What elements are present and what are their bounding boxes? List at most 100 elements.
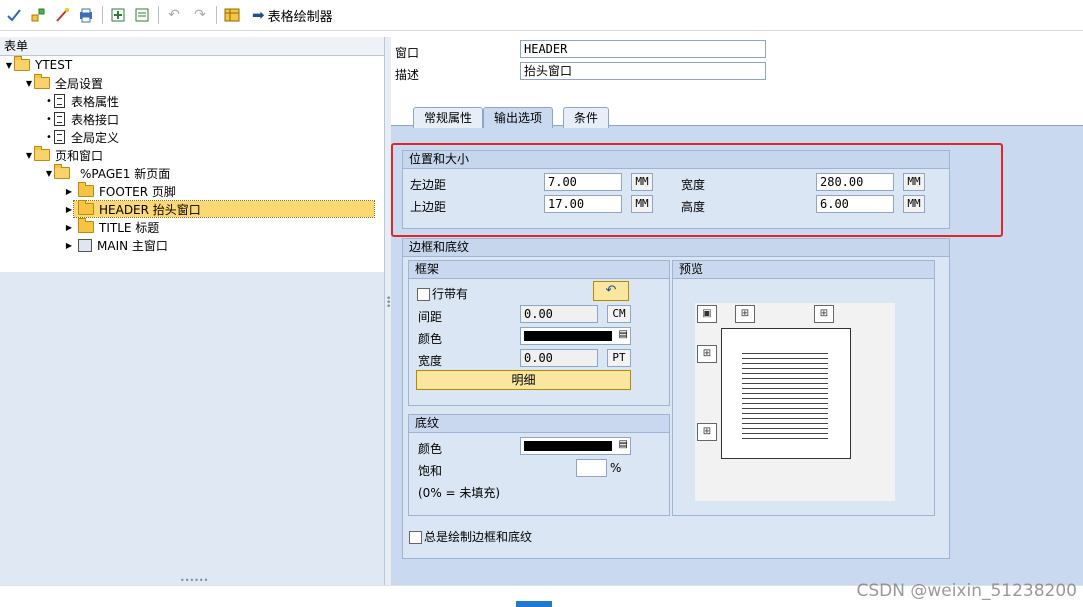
color-swatch [524, 331, 612, 341]
folder-open-icon [14, 56, 30, 71]
sap-logo [516, 601, 552, 607]
frame-width-label: 宽度 [418, 354, 443, 368]
document-icon [54, 94, 65, 108]
frame-color-field[interactable]: ▤ [520, 327, 631, 345]
tree-node-pages-windows[interactable]: ▼ 页和窗口 [24, 146, 103, 164]
row-with-checkbox[interactable]: 行带有 [417, 285, 468, 302]
page-preview [721, 328, 851, 459]
folder-open-icon [54, 164, 70, 179]
border-shading-title: 边框和底纹 [403, 239, 949, 257]
value-help-icon[interactable]: ▤ [619, 329, 628, 340]
window-folder-icon [78, 218, 94, 233]
window-detail-panel: 窗口 HEADER 描述 抬头窗口 常规属性 输出选项 条件 位置和大小 左边距… [391, 37, 1083, 586]
tree-node-form-attributes[interactable]: • 表格属性 [44, 92, 119, 110]
details-button[interactable]: 明细 [416, 370, 631, 390]
print-icon[interactable] [76, 5, 96, 25]
tree-label: 页和窗口 [55, 148, 104, 163]
frame-title: 框架 [409, 261, 669, 279]
undo-icon[interactable]: ↶ [164, 5, 184, 25]
window-folder-icon [78, 200, 94, 215]
collapse-triangle-icon[interactable]: ▶ [64, 223, 74, 232]
frame-left-icon[interactable]: ⊞ [697, 345, 717, 363]
resize-grip-icon[interactable]: •••••• [180, 576, 208, 585]
tree-node-root[interactable]: ▼ YTEST [4, 56, 72, 74]
document-icon [54, 130, 65, 144]
spacing-label: 间距 [418, 310, 443, 324]
shading-title: 底纹 [409, 415, 669, 433]
window-folder-icon [78, 182, 94, 197]
frame-width-field[interactable]: 0.00 [520, 349, 598, 367]
form-tree-panel: 表单 ▼ YTEST ▼ 全局设置 • 表格属性 • 表格接口 • 全局定义 ▼ [0, 37, 385, 585]
value-help-icon[interactable]: ▤ [619, 439, 628, 450]
spacing-unit[interactable]: CM [607, 305, 631, 323]
tree-node-global-settings[interactable]: ▼ 全局设置 [24, 74, 103, 92]
tree-node-form-interface[interactable]: • 表格接口 [44, 110, 119, 128]
tree-node-header[interactable]: ▶ HEADER 抬头窗口 [64, 200, 375, 218]
tree-node-main[interactable]: ▶ MAIN 主窗口 [64, 235, 168, 254]
tree-label: FOOTER 页脚 [99, 184, 176, 199]
selected-node[interactable]: HEADER 抬头窗口 [73, 200, 375, 218]
document-icon [54, 112, 65, 126]
status-bar: CSDN @weixin_51238200 [0, 581, 1083, 607]
color-swatch [524, 441, 612, 451]
frame-all-icon[interactable]: ▣ [697, 305, 717, 323]
tree-label: MAIN 主窗口 [97, 238, 168, 253]
tab-conditions[interactable]: 条件 [563, 107, 610, 128]
tab-general-attributes[interactable]: 常规属性 [413, 107, 484, 128]
tab-output-options[interactable]: 输出选项 [483, 107, 554, 128]
collapse-triangle-icon[interactable]: ▶ [64, 187, 74, 196]
form-icon[interactable] [132, 5, 152, 25]
description-label: 描述 [395, 68, 420, 82]
spacing-field[interactable]: 0.00 [520, 305, 598, 323]
create-icon[interactable] [108, 5, 128, 25]
shading-color-label: 颜色 [418, 442, 443, 456]
saturation-field[interactable] [576, 459, 607, 477]
always-draw-checkbox[interactable]: 总是绘制边框和底纹 [409, 528, 532, 545]
frame-width-unit[interactable]: PT [607, 349, 631, 367]
tree-label: 全局设置 [55, 76, 104, 91]
arrow-right-icon: ➡ [252, 6, 265, 24]
table-painter-label: 表格绘制器 [267, 9, 333, 25]
undo-button[interactable]: ↶ [593, 281, 629, 301]
expand-triangle-icon[interactable]: ▼ [44, 169, 54, 178]
preview-title: 预览 [673, 261, 934, 279]
highlight-annotation [391, 143, 1003, 237]
row-with-check[interactable] [417, 288, 430, 301]
tree-label: 表格接口 [71, 112, 120, 127]
tree-header: 表单 [0, 37, 384, 56]
window-label: 窗口 [395, 46, 420, 60]
frame-right-icon[interactable]: ⊞ [814, 305, 834, 323]
tree-node-footer[interactable]: ▶ FOOTER 页脚 [64, 182, 176, 200]
folder-open-icon [34, 74, 50, 89]
tree-label: HEADER 抬头窗口 [99, 202, 201, 217]
tree-node-global-definitions[interactable]: • 全局定义 [44, 128, 119, 146]
hierarchy-icon[interactable] [28, 5, 48, 25]
expand-triangle-icon[interactable]: ▼ [24, 79, 34, 88]
frame-top-icon[interactable]: ⊞ [735, 305, 755, 323]
frame-color-label: 颜色 [418, 332, 443, 346]
tree-label: 全局定义 [71, 130, 120, 145]
check-syntax-icon[interactable] [4, 5, 24, 25]
tree-label: TITLE 标题 [99, 220, 160, 235]
shading-color-field[interactable]: ▤ [520, 437, 631, 455]
tree-node-page1[interactable]: ▼ %PAGE1 新页面 [44, 164, 170, 182]
wand-icon[interactable] [52, 5, 72, 25]
description-field[interactable]: 抬头窗口 [520, 62, 766, 80]
expand-triangle-icon[interactable]: ▼ [4, 61, 14, 70]
table-painter-icon[interactable] [222, 5, 242, 25]
collapse-triangle-icon[interactable]: ▶ [64, 241, 74, 250]
tree-node-title[interactable]: ▶ TITLE 标题 [64, 218, 159, 236]
table-painter-button[interactable]: ➡ 表格绘制器 [252, 5, 333, 25]
always-draw-check[interactable] [409, 531, 422, 544]
saturation-unit: % [610, 461, 622, 475]
tree-label: YTEST [35, 58, 73, 72]
frame-bottom-icon[interactable]: ⊞ [697, 423, 717, 441]
redo-icon[interactable]: ↷ [190, 5, 210, 25]
expand-triangle-icon[interactable]: ▼ [24, 151, 34, 160]
watermark: CSDN @weixin_51238200 [856, 581, 1077, 601]
collapse-triangle-icon[interactable]: ▶ [64, 205, 74, 214]
tree-label: %PAGE1 新页面 [80, 166, 171, 181]
saturation-label: 饱和 [418, 464, 443, 478]
window-name-field[interactable]: HEADER [520, 40, 766, 58]
form-tree: ▼ YTEST ▼ 全局设置 • 表格属性 • 表格接口 • 全局定义 ▼ 页和… [0, 56, 384, 272]
